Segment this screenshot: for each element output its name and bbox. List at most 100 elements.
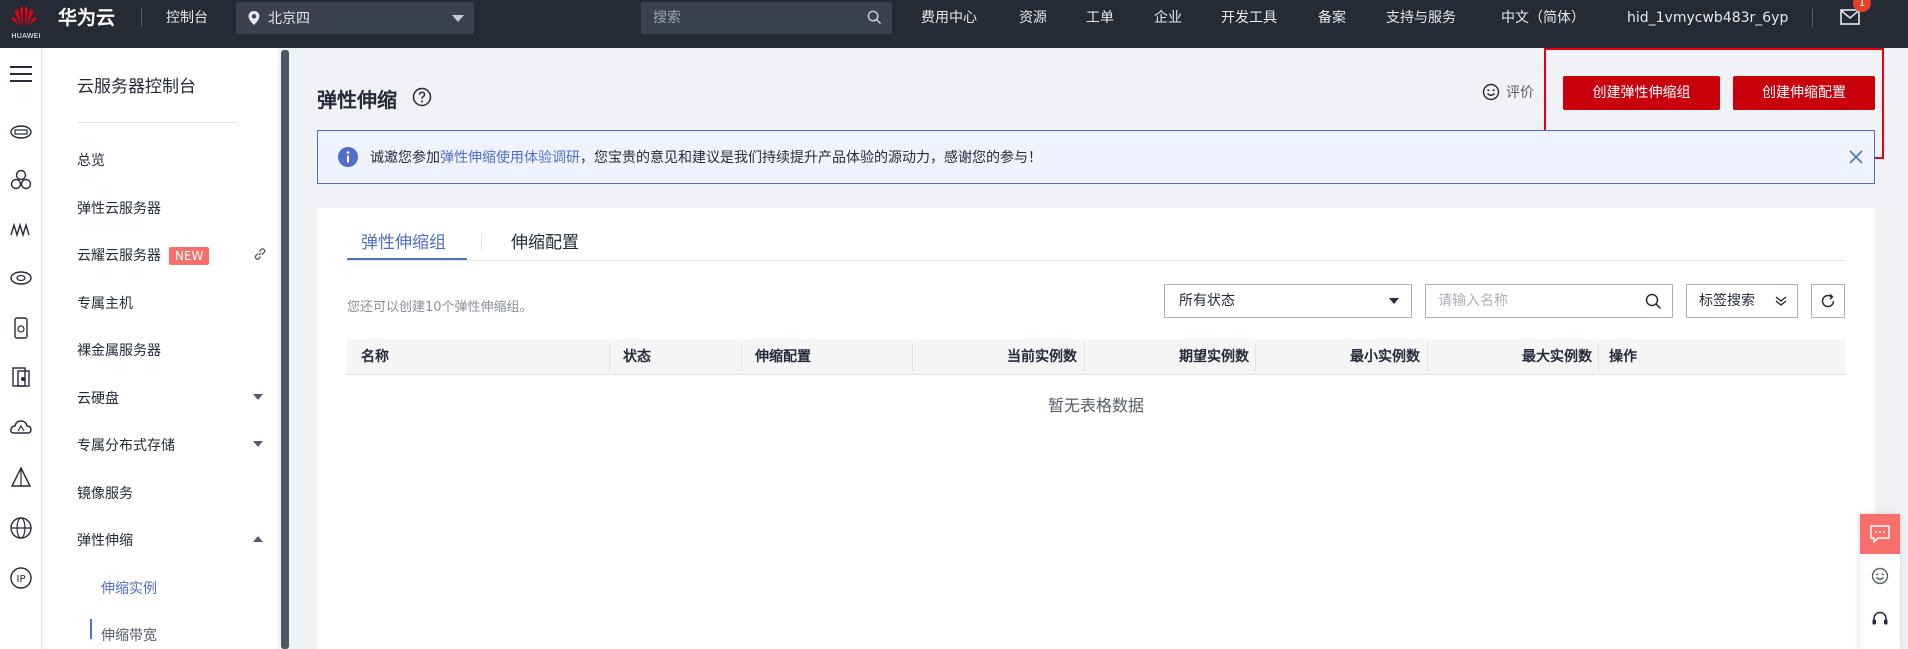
refresh-button[interactable] (1811, 284, 1845, 318)
cdn-icon[interactable] (9, 416, 33, 440)
close-icon[interactable] (1848, 149, 1864, 165)
region-select[interactable]: 北京四 (236, 2, 474, 34)
svg-text:IP: IP (17, 574, 26, 585)
nav-account[interactable]: hid_1vmycwb483r_6yp (1627, 0, 1788, 36)
sidebar-item-label: 云硬盘 (77, 391, 119, 407)
huawei-logo[interactable]: HUAWEI (6, 2, 42, 46)
search-icon[interactable] (1645, 293, 1662, 310)
divider (77, 122, 237, 123)
disk-icon[interactable] (9, 266, 33, 290)
status-filter-select[interactable]: 所有状态 (1164, 284, 1412, 318)
cloud-server-icon[interactable] (9, 120, 33, 144)
table-header: 名称 状态 伸缩配置 当前实例数 期望实例数 最小实例数 最大实例数 操作 (347, 339, 1845, 375)
column-divider (609, 343, 610, 371)
double-chevron-down-icon (1775, 296, 1787, 306)
column-current-instances[interactable]: 当前实例数 (922, 339, 1077, 375)
nav-devtools[interactable]: 开发工具 (1221, 0, 1277, 36)
chevron-down-icon (253, 441, 263, 447)
column-status[interactable]: 状态 (623, 339, 651, 375)
external-link-icon[interactable] (253, 247, 267, 261)
nav-billing[interactable]: 费用中心 (921, 0, 977, 36)
survey-link[interactable]: 弹性伸缩使用体验调研 (440, 150, 580, 166)
column-desired-instances[interactable]: 期望实例数 (1094, 339, 1249, 375)
side-navigation: 云服务器控制台 总览 弹性云服务器 云耀云服务器 NEW 专属主机 裸金属服务器 … (43, 48, 278, 649)
service-rail: IP (0, 48, 42, 649)
content-card: 弹性伸缩组 伸缩配置 您还可以创建10个弹性伸缩组。 所有状态 请输入名称 标签… (317, 208, 1875, 649)
sidebar-item-dedicated-host[interactable]: 专属主机 (77, 293, 133, 313)
rate-button[interactable]: 评价 (1482, 82, 1534, 102)
banner-suffix: ，您宝贵的意见和建议是我们持续提升产品体验的源动力，感谢您的参与！ (580, 150, 1042, 166)
divider (141, 9, 142, 27)
column-divider (1427, 343, 1428, 371)
sidenav-scrollbar[interactable] (281, 50, 289, 649)
chat-icon (1870, 525, 1890, 543)
logo-text: HUAWEI (11, 32, 41, 40)
network-icon[interactable] (9, 516, 33, 540)
elastic-scaling-icon[interactable] (9, 217, 33, 241)
menu-icon[interactable] (10, 66, 32, 82)
storage-icon[interactable] (9, 316, 33, 340)
tag-search-button[interactable]: 标签搜索 (1686, 284, 1798, 318)
smile-icon (1482, 83, 1500, 101)
nav-support[interactable]: 支持与服务 (1386, 0, 1456, 36)
sidebar-item-dss[interactable]: 专属分布式存储 (77, 435, 263, 455)
map-pin-icon (248, 11, 260, 25)
floating-toolbar (1860, 514, 1900, 649)
sidebar-item-label: 专属分布式存储 (77, 438, 175, 454)
search-icon[interactable] (867, 10, 882, 25)
page-title: 弹性伸缩 (317, 88, 397, 112)
huawei-logo-icon (11, 6, 37, 27)
tab-scaling-groups[interactable]: 弹性伸缩组 (361, 228, 446, 253)
column-min-instances[interactable]: 最小实例数 (1265, 339, 1420, 375)
eip-icon[interactable]: IP (9, 566, 33, 590)
column-divider (741, 343, 742, 371)
region-label: 北京四 (268, 11, 310, 27)
image-icon[interactable] (9, 365, 33, 389)
nav-filing[interactable]: 备案 (1318, 0, 1346, 36)
chevron-down-icon (253, 394, 263, 400)
column-config[interactable]: 伸缩配置 (755, 339, 811, 375)
sidebar-item-hecs[interactable]: 云耀云服务器 NEW (77, 245, 266, 265)
sidebar-item-ecs[interactable]: 弹性云服务器 (77, 198, 161, 218)
nav-enterprise[interactable]: 企业 (1154, 0, 1182, 36)
column-actions: 操作 (1609, 349, 1637, 365)
rate-label: 评价 (1506, 85, 1534, 101)
name-search-input[interactable]: 请输入名称 (1425, 284, 1673, 318)
tab-baseline (347, 260, 1845, 261)
nav-resources[interactable]: 资源 (1019, 0, 1047, 36)
nav-language[interactable]: 中文（简体） (1501, 0, 1585, 36)
mail-badge: 1 (1853, 0, 1871, 12)
info-icon (338, 147, 358, 167)
empty-table-message: 暂无表格数据 (1047, 396, 1144, 415)
sidebar-item-auto-scaling[interactable]: 弹性伸缩 (77, 530, 263, 550)
headset-icon[interactable] (1871, 610, 1889, 628)
column-name[interactable]: 名称 (361, 339, 389, 375)
container-icon[interactable] (9, 168, 33, 192)
divider (1812, 9, 1813, 27)
nav-tickets[interactable]: 工单 (1086, 0, 1114, 36)
brand-name[interactable]: 华为云 (58, 0, 115, 48)
load-balance-icon[interactable] (9, 466, 33, 490)
column-divider (912, 343, 913, 371)
banner-message: 诚邀您参加弹性伸缩使用体验调研，您宝贵的意见和建议是我们持续提升产品体验的源动力… (370, 147, 1042, 167)
console-link[interactable]: 控制台 (166, 0, 208, 36)
sidebar-item-ims[interactable]: 镜像服务 (77, 483, 133, 503)
chevron-down-icon (1389, 298, 1399, 304)
column-divider (1255, 343, 1256, 371)
survey-banner: 诚邀您参加弹性伸缩使用体验调研，您宝贵的意见和建议是我们持续提升产品体验的源动力… (317, 130, 1875, 184)
sidebar-subitem-bandwidth[interactable]: 伸缩带宽 (101, 625, 157, 645)
sidebar-item-bms[interactable]: 裸金属服务器 (77, 340, 161, 360)
sidebar-subitem-instances[interactable]: 伸缩实例 (101, 578, 157, 598)
help-icon[interactable] (412, 87, 432, 107)
refresh-icon (1821, 293, 1835, 308)
top-bar: HUAWEI 华为云 控制台 北京四 搜索 费用中心 资源 工单 企业 开发工具… (0, 0, 1908, 48)
smile-icon[interactable] (1871, 567, 1889, 585)
sidebar-item-evs[interactable]: 云硬盘 (77, 388, 263, 408)
sidebar-item-overview[interactable]: 总览 (77, 150, 105, 170)
mail-icon[interactable] (1840, 9, 1860, 25)
search-placeholder: 搜索 (653, 10, 681, 26)
feedback-button[interactable] (1860, 514, 1900, 554)
column-max-instances[interactable]: 最大实例数 (1437, 339, 1592, 375)
global-search-input[interactable]: 搜索 (641, 2, 892, 34)
tab-scaling-configs[interactable]: 伸缩配置 (511, 228, 579, 253)
